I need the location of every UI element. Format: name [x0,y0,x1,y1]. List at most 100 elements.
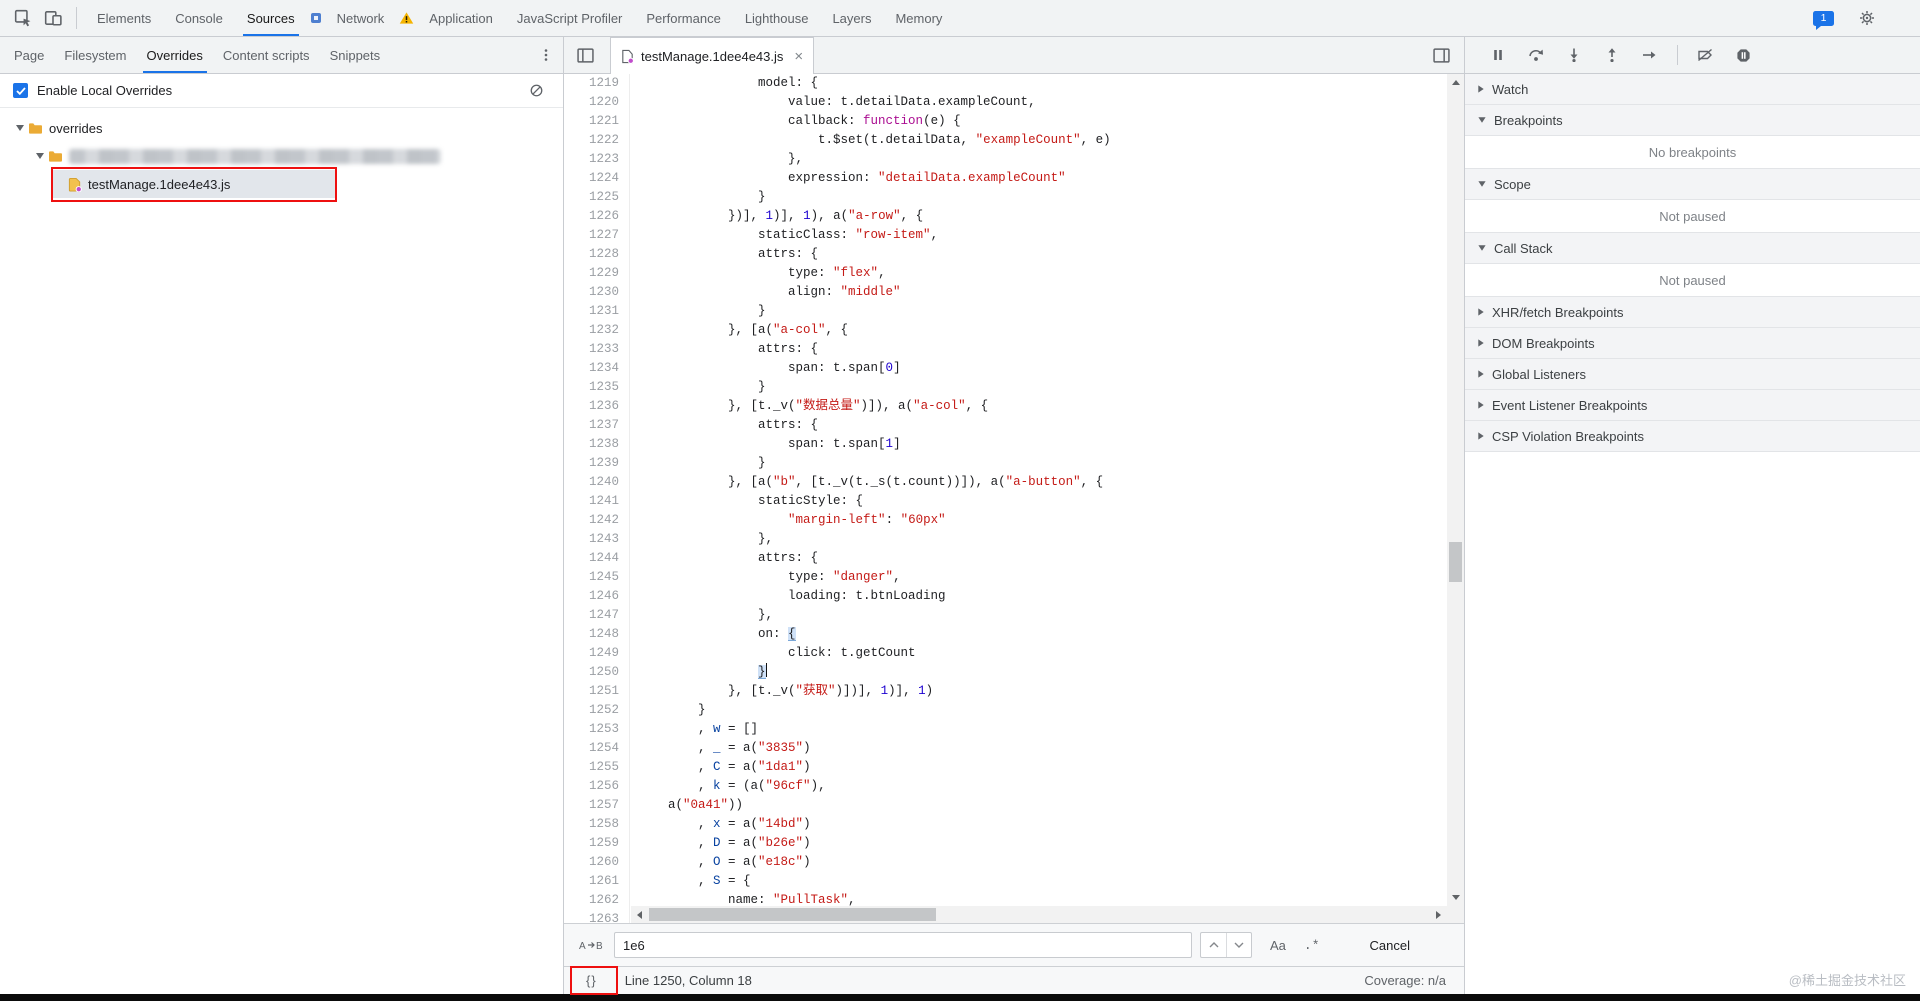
line-number[interactable]: 1229 [564,264,629,283]
line-number[interactable]: 1248 [564,625,629,644]
code-line[interactable]: type: "danger", [638,568,1464,587]
step-into-icon[interactable] [1561,42,1587,68]
tab-layers[interactable]: Layers [820,0,883,36]
pretty-print-button[interactable]: {} [576,972,607,989]
console-messages-badge[interactable]: 1 [1813,10,1834,30]
code-line[interactable]: staticClass: "row-item", [638,226,1464,245]
code-line[interactable]: , C = a("1da1") [638,758,1464,777]
code-line[interactable]: , S = { [638,872,1464,891]
code-line[interactable]: attrs: { [638,245,1464,264]
line-number[interactable]: 1246 [564,587,629,606]
line-number[interactable]: 1219 [564,74,629,93]
code-lines[interactable]: model: { value: t.detailData.exampleCoun… [638,74,1464,923]
line-number[interactable]: 1255 [564,758,629,777]
clear-overrides-icon[interactable] [521,77,551,105]
code-line[interactable]: }, [a("b", [t._v(t._s(t.count))]), a("a-… [638,473,1464,492]
scroll-down-arrow-icon[interactable] [1447,889,1464,906]
code-line[interactable]: type: "flex", [638,264,1464,283]
deactivate-breakpoints-icon[interactable] [1692,42,1718,68]
line-number[interactable]: 1226 [564,207,629,226]
line-number[interactable]: 1228 [564,245,629,264]
code-line[interactable]: expression: "detailData.exampleCount" [638,169,1464,188]
line-number[interactable]: 1245 [564,568,629,587]
code-line[interactable]: staticStyle: { [638,492,1464,511]
navigator-tab-page[interactable]: Page [4,37,54,73]
line-number[interactable]: 1243 [564,530,629,549]
code-line[interactable]: } [638,302,1464,321]
tree-item-overrides[interactable]: overrides [0,114,563,142]
line-number[interactable]: 1242 [564,511,629,530]
code-line[interactable]: }, [638,530,1464,549]
code-line[interactable]: , x = a("14bd") [638,815,1464,834]
line-number[interactable]: 1240 [564,473,629,492]
line-number[interactable]: 1234 [564,359,629,378]
navigator-tab-filesystem[interactable]: Filesystem [54,37,136,73]
tab-elements[interactable]: Elements [85,0,163,36]
search-previous-button[interactable] [1201,933,1226,957]
line-number[interactable]: 1232 [564,321,629,340]
navigator-tab-snippets[interactable]: Snippets [320,37,391,73]
code-line[interactable]: span: t.span[0] [638,359,1464,378]
section-csp-violation-breakpoints[interactable]: CSP Violation Breakpoints [1465,421,1920,452]
line-number[interactable]: 1261 [564,872,629,891]
tree-item-redacted[interactable] [0,142,563,170]
line-number[interactable]: 1220 [564,93,629,112]
tab-sources[interactable]: Sources [235,0,307,36]
section-call-stack[interactable]: Call Stack [1465,233,1920,264]
close-icon[interactable]: × [794,49,803,64]
scroll-right-arrow-icon[interactable] [1430,906,1447,923]
code-line[interactable]: } [638,378,1464,397]
settings-gear-icon[interactable] [1852,4,1882,32]
code-line[interactable]: }, [t._v("获取")])], 1)], 1) [638,682,1464,701]
section-scope[interactable]: Scope [1465,169,1920,200]
line-number[interactable]: 1252 [564,701,629,720]
line-number[interactable]: 1259 [564,834,629,853]
line-number[interactable]: 1233 [564,340,629,359]
line-number[interactable]: 1262 [564,891,629,910]
code-line[interactable]: })], 1)], 1), a("a-row", { [638,207,1464,226]
tab-lighthouse[interactable]: Lighthouse [733,0,821,36]
tab-performance[interactable]: Performance [634,0,732,36]
device-toolbar-icon[interactable] [38,4,68,32]
code-editor[interactable]: 1219 1220 1221 1222 1223 1224 1225 1226 1227 1228… [564,74,1464,923]
line-number[interactable]: 1244 [564,549,629,568]
code-line[interactable]: } [638,701,1464,720]
tab-javascript-profiler[interactable]: JavaScript Profiler [505,0,634,36]
code-line[interactable]: align: "middle" [638,283,1464,302]
code-line[interactable]: on: { [638,625,1464,644]
replace-toggle-icon[interactable]: AB [576,938,606,952]
code-line[interactable]: } [638,188,1464,207]
line-number-gutter[interactable]: 1219 1220 1221 1222 1223 1224 1225 1226 1227 1228… [564,74,630,923]
line-number[interactable]: 1241 [564,492,629,511]
line-number[interactable]: 1251 [564,682,629,701]
line-number[interactable]: 1253 [564,720,629,739]
code-line[interactable]: } [638,454,1464,473]
horizontal-scrollbar[interactable] [631,906,1447,923]
line-number[interactable]: 1236 [564,397,629,416]
navigator-tab-content-scripts[interactable]: Content scripts [213,37,320,73]
code-line[interactable]: , _ = a("3835") [638,739,1464,758]
code-line[interactable]: }, [a("a-col", { [638,321,1464,340]
line-number[interactable]: 1225 [564,188,629,207]
line-number[interactable]: 1231 [564,302,629,321]
inspect-icon[interactable] [8,4,38,32]
search-next-button[interactable] [1226,933,1251,957]
code-line[interactable]: , w = [] [638,720,1464,739]
line-number[interactable]: 1235 [564,378,629,397]
more-vertical-icon[interactable] [539,48,553,62]
code-line[interactable]: } [638,663,1464,682]
match-case-button[interactable]: Aa [1270,938,1286,953]
line-number[interactable]: 1227 [564,226,629,245]
tab-memory[interactable]: Memory [883,0,954,36]
tab-network[interactable]: Network [325,0,397,36]
line-number[interactable]: 1230 [564,283,629,302]
expander-icon[interactable] [32,153,48,159]
section-event-listener-breakpoints[interactable]: Event Listener Breakpoints [1465,390,1920,421]
code-line[interactable]: }, [t._v("数据总量")]), a("a-col", { [638,397,1464,416]
line-number[interactable]: 1237 [564,416,629,435]
line-number[interactable]: 1224 [564,169,629,188]
code-line[interactable]: callback: function(e) { [638,112,1464,131]
section-breakpoints[interactable]: Breakpoints [1465,105,1920,136]
vertical-scrollbar[interactable] [1447,74,1464,906]
enable-overrides-checkbox[interactable] [13,83,28,98]
